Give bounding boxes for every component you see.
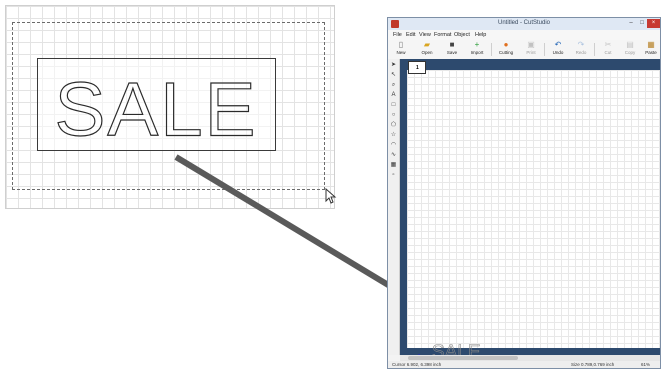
redo-icon: ↷ [577,40,585,49]
star-tool-icon[interactable]: ☆ [389,131,398,139]
menu-format[interactable]: Format [434,32,451,38]
ellipse-tool-icon[interactable]: ○ [389,111,398,119]
zoom-level: 61% [641,362,651,367]
grid-tool-icon[interactable]: ▦ [389,161,398,169]
minimize-button[interactable]: – [626,19,636,28]
object-size: Size 0.789,0.769 inch [571,362,615,367]
print-icon: ▣ [527,40,535,49]
toolbar-separator [491,43,492,56]
paste-icon: ▦ [647,40,655,49]
title-bar: Untitled - CutStudio – □ × [388,18,660,30]
undo-icon: ↶ [554,40,562,49]
menu-view[interactable]: View [419,32,431,38]
import-button[interactable]: + Import [467,41,487,58]
copy-button[interactable]: ▤ Copy [620,41,640,58]
status-bar: Cursor 6.902, 6.398 inch Size 0.789,0.76… [388,361,660,368]
polygon-tool-icon[interactable]: ⬠ [389,121,398,129]
drawing-tools-panel: ➤ ↖ ⌕ A □ ○ ⬠ ☆ ◠ ∿ ▦ ▫ [388,59,400,355]
scrollbar-thumb[interactable] [408,356,518,360]
cutstudio-window: Untitled - CutStudio – □ × File Edit Vie… [387,17,661,369]
cut-button[interactable]: ✂ Cut [598,41,618,58]
page-thumbnail[interactable]: 1 [408,61,426,74]
redo-button[interactable]: ↷ Redo [571,41,591,58]
print-button[interactable]: ▣ Print [521,41,541,58]
zoom-icon[interactable]: ⌕ [389,81,398,89]
cutting-button[interactable]: ● Cutting [496,41,516,58]
cursor-position: Cursor 6.902, 6.398 inch [392,362,442,367]
open-button[interactable]: ▰ Open [417,41,437,58]
cutting-canvas[interactable]: SALE [407,70,660,360]
maximize-button[interactable]: □ [637,19,647,28]
edit-points-icon[interactable]: ↖ [389,71,398,79]
import-plus-icon: + [474,40,480,49]
save-disk-icon: ■ [449,40,455,49]
save-button[interactable]: ■ Save [442,41,462,58]
copy-icon: ▤ [626,40,634,49]
menu-file[interactable]: File [393,32,402,38]
toolbar-separator [544,43,545,56]
new-button[interactable]: ▯ New [391,41,411,58]
sale-frame: SALE [37,58,276,151]
mouse-cursor-icon [325,188,337,204]
toolbar-separator [594,43,595,56]
new-document-icon: ▯ [398,40,404,49]
work-area: SALE 1 [400,59,660,360]
paste-button[interactable]: ▦ Paste [641,40,660,58]
cut-icon: ✂ [604,40,612,49]
menu-bar: File Edit View Format Object Help [388,30,660,40]
freehand-tool-icon[interactable]: ∿ [389,151,398,159]
svg-text:SALE: SALE [55,67,258,150]
window-title: Untitled - CutStudio [497,20,551,26]
disabled-tool-icon[interactable]: ▫ [389,171,398,179]
menu-object[interactable]: Object [454,32,470,38]
sale-outline-text: SALE [54,67,258,150]
close-button[interactable]: × [647,19,660,28]
menu-edit[interactable]: Edit [406,32,415,38]
zoomed-design-preview: SALE [5,5,337,209]
page-number: 1 [416,65,419,71]
menu-help[interactable]: Help [475,32,486,38]
undo-button[interactable]: ↶ Undo [548,41,568,58]
toolbar: ▯ New ▰ Open ■ Save + Import ● Cutting ▣ Print… [388,40,660,60]
text-tool-icon[interactable]: A [389,91,398,99]
select-arrow-icon[interactable]: ➤ [389,61,398,69]
cutting-icon: ● [503,40,509,49]
rectangle-tool-icon[interactable]: □ [389,101,398,109]
arc-tool-icon[interactable]: ◠ [389,141,398,149]
open-folder-icon: ▰ [423,40,431,49]
